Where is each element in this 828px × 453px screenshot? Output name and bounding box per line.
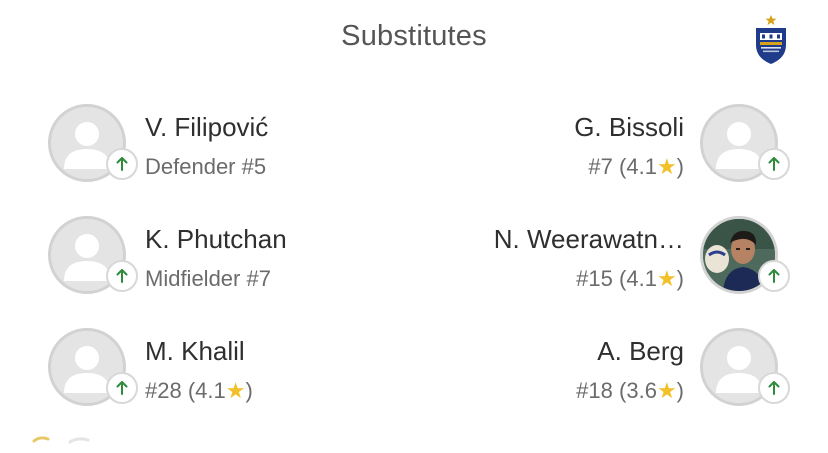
star-icon: ★ bbox=[225, 378, 246, 403]
player-number-rating: #18 (3.6★) bbox=[576, 378, 684, 403]
substitution-badge bbox=[758, 372, 790, 404]
player-name: A. Berg bbox=[597, 336, 684, 366]
star-icon: ★ bbox=[656, 266, 677, 291]
player-number-rating: #7 (4.1★) bbox=[588, 154, 684, 179]
player-role: Defender #5 bbox=[145, 154, 267, 179]
arrow-up-icon bbox=[768, 269, 780, 283]
arrow-up-icon bbox=[116, 381, 128, 395]
arrow-up-icon bbox=[768, 157, 780, 171]
substitute-player-right-1[interactable]: G. Bissoli #7 (4.1★) bbox=[420, 104, 790, 194]
page-title: Substitutes bbox=[341, 20, 487, 52]
star-icon: ★ bbox=[656, 378, 677, 403]
substitution-badge bbox=[758, 260, 790, 292]
star-icon: ★ bbox=[656, 154, 677, 179]
player-name: M. Khalil bbox=[145, 336, 245, 366]
substitution-badge bbox=[106, 372, 138, 404]
next-row-peek bbox=[30, 428, 90, 448]
player-number-rating: #15 (4.1★) bbox=[576, 266, 684, 291]
substitute-player-right-2[interactable]: N. Weerawatn… #15 (4.1★) bbox=[420, 216, 790, 306]
arrow-up-icon bbox=[116, 269, 128, 283]
substitute-player-left-2[interactable]: K. Phutchan Midfielder #7 bbox=[48, 216, 408, 306]
substitute-player-left-3[interactable]: M. Khalil #28 (4.1★) bbox=[48, 328, 408, 418]
substitution-badge bbox=[106, 148, 138, 180]
player-name: N. Weerawatn… bbox=[493, 224, 684, 254]
club-crest-icon[interactable] bbox=[754, 15, 788, 65]
player-role: Midfielder #7 bbox=[145, 266, 271, 291]
player-name: V. Filipović bbox=[145, 112, 269, 142]
substitute-player-left-1[interactable]: V. Filipović Defender #5 bbox=[48, 104, 408, 194]
player-name: K. Phutchan bbox=[145, 224, 287, 254]
substitutes-header: Substitutes bbox=[0, 0, 828, 80]
player-name: G. Bissoli bbox=[574, 112, 684, 142]
arrow-up-icon bbox=[116, 157, 128, 171]
arrow-up-icon bbox=[768, 381, 780, 395]
substitution-badge bbox=[106, 260, 138, 292]
player-number-rating: #28 (4.1★) bbox=[145, 378, 253, 403]
substitution-badge bbox=[758, 148, 790, 180]
substitute-player-right-3[interactable]: A. Berg #18 (3.6★) bbox=[420, 328, 790, 418]
